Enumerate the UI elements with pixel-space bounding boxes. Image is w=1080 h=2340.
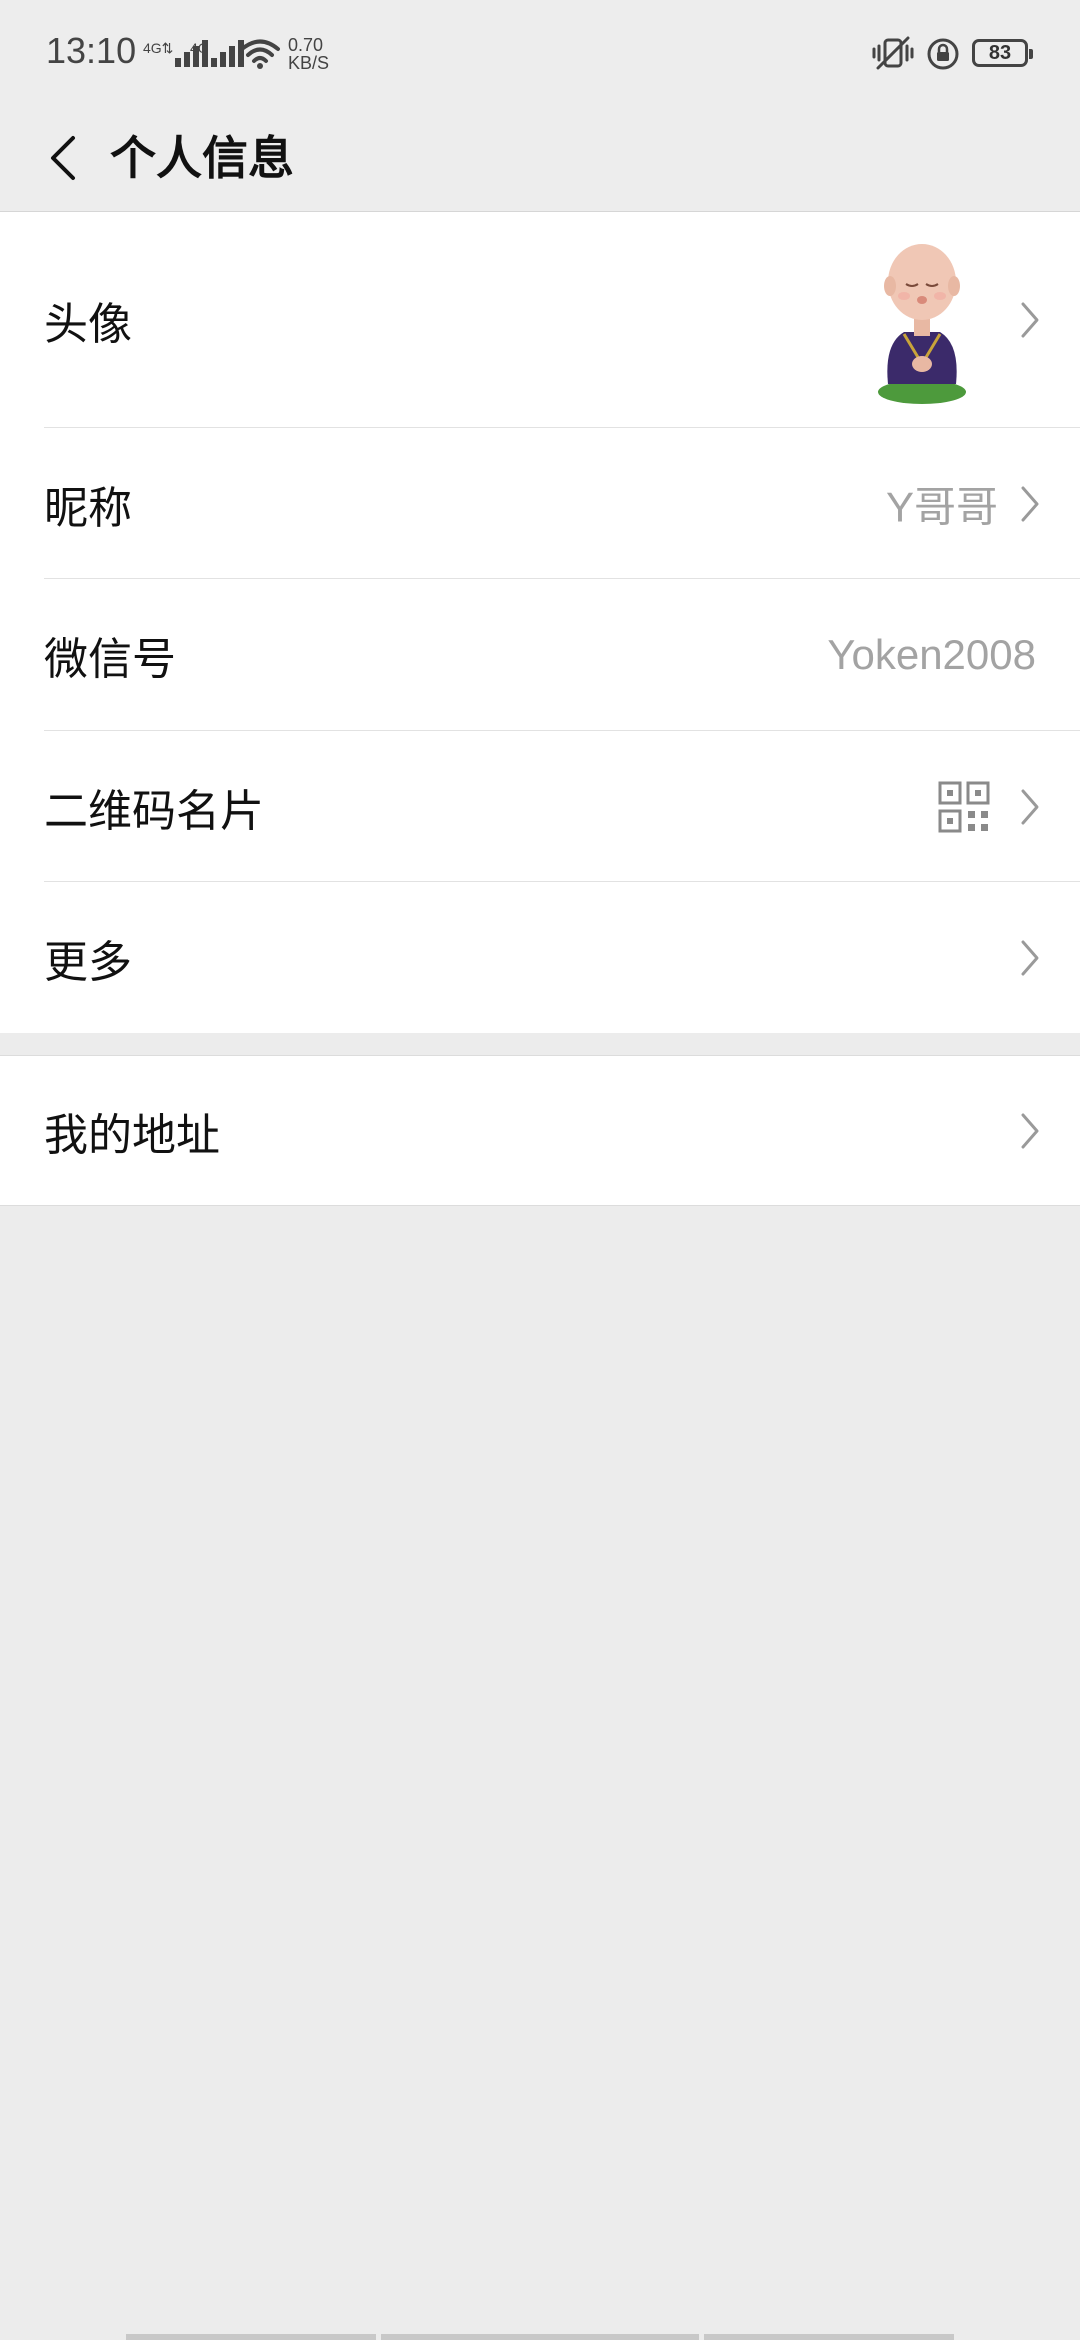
network-speed: 0.70 KB/S bbox=[288, 36, 329, 72]
wechat-id-row[interactable]: 微信号 Yoken2008 bbox=[0, 579, 1080, 731]
rotation-lock-icon bbox=[927, 38, 959, 70]
nav-hint-bar bbox=[704, 2334, 954, 2340]
signal-bar bbox=[175, 58, 182, 67]
chevron-right-icon bbox=[1021, 940, 1039, 975]
signal-1-label: 4G⇅ bbox=[143, 40, 174, 56]
qr-card-row[interactable]: 二维码名片 bbox=[0, 731, 1080, 882]
chevron-right-icon bbox=[1021, 789, 1039, 824]
network-speed-unit: KB/S bbox=[288, 53, 330, 73]
chevron-right-icon bbox=[1021, 1113, 1039, 1148]
chevron-right-icon bbox=[1021, 302, 1039, 338]
nav-hint-bar bbox=[381, 2334, 699, 2340]
nickname-row[interactable]: 昵称 Y哥哥 bbox=[0, 428, 1080, 579]
back-button[interactable] bbox=[28, 123, 98, 193]
more-row[interactable]: 更多 bbox=[0, 882, 1080, 1033]
signal-bar bbox=[219, 52, 226, 67]
status-time: 13:10 bbox=[46, 30, 137, 71]
more-label: 更多 bbox=[44, 936, 132, 988]
signal-bar bbox=[210, 58, 217, 67]
nickname-value: Y哥哥 bbox=[885, 483, 998, 530]
back-arrow-icon bbox=[51, 136, 75, 180]
signal-2-label: 4G bbox=[190, 40, 209, 56]
wifi-icon bbox=[240, 39, 280, 69]
page-title: 个人信息 bbox=[110, 131, 294, 185]
chevron-right-icon bbox=[1021, 486, 1039, 521]
avatar-row[interactable]: 头像 bbox=[0, 212, 1080, 428]
nav-hint-bar bbox=[126, 2334, 376, 2340]
signal-strength-icon-sim2: 4G bbox=[190, 40, 247, 67]
battery-icon: 83 bbox=[972, 39, 1033, 67]
vibrate-icon bbox=[872, 36, 914, 70]
avatar[interactable] bbox=[874, 234, 970, 406]
signal-bar bbox=[228, 46, 235, 67]
qr-code-icon bbox=[938, 781, 990, 832]
network-speed-value: 0.70 bbox=[288, 35, 324, 55]
wechat-id-value: Yoken2008 bbox=[827, 631, 1036, 678]
header: 个人信息 bbox=[0, 105, 1080, 212]
profile-section: 头像 昵称 Y哥哥 微信号 Yoken2008 二维码名片 更多 bbox=[0, 212, 1080, 1033]
avatar-label: 头像 bbox=[44, 299, 132, 350]
qr-card-label: 二维码名片 bbox=[44, 785, 264, 837]
address-section: 我的地址 bbox=[0, 1055, 1080, 1206]
my-address-row[interactable]: 我的地址 bbox=[0, 1056, 1080, 1205]
status-bar: 13:10 4G⇅ 4G 0.70 KB/S 83 bbox=[0, 0, 1080, 105]
my-address-label: 我的地址 bbox=[44, 1109, 220, 1161]
wechat-id-label: 微信号 bbox=[44, 634, 176, 685]
battery-level: 83 bbox=[988, 41, 1012, 64]
nickname-label: 昵称 bbox=[44, 482, 132, 534]
